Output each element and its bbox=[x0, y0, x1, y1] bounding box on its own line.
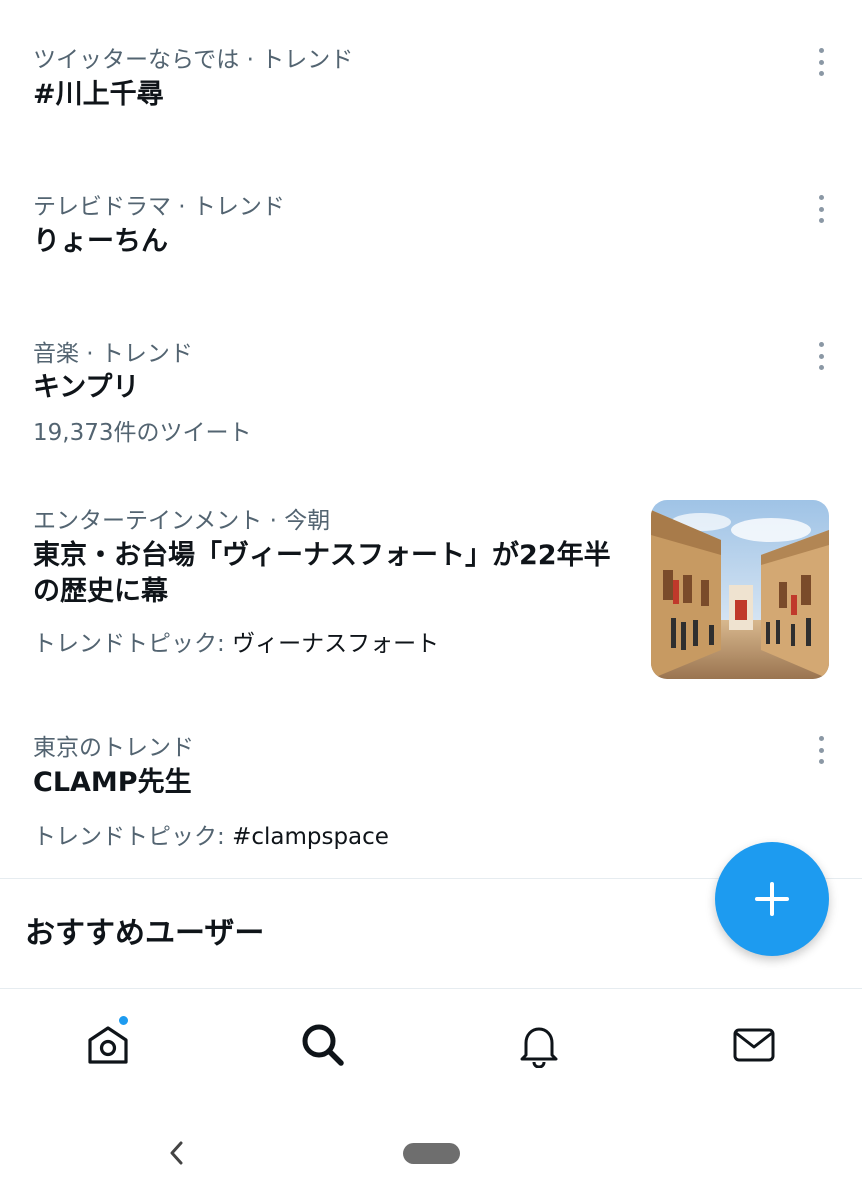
trend-headline: りょーちん bbox=[33, 226, 168, 257]
trend-topic-label: トレンドトピック: bbox=[33, 824, 233, 850]
news-thumbnail-image[interactable] bbox=[651, 500, 829, 679]
trend-headline: CLAMP先生 bbox=[33, 767, 192, 798]
trend-headline: #川上千尋 bbox=[33, 79, 164, 110]
trend-context: テレビドラマ · トレンド bbox=[33, 194, 285, 220]
more-options-icon[interactable] bbox=[808, 733, 834, 767]
trend-topic-value: ヴィーナスフォート bbox=[232, 631, 440, 657]
who-to-follow-title: おすすめユーザー bbox=[25, 916, 265, 951]
bottom-tab-bar bbox=[0, 1000, 862, 1090]
trend-topic: トレンドトピック: #clampspace bbox=[33, 817, 389, 851]
trend-context: 東京のトレンド bbox=[33, 735, 194, 761]
plus-icon bbox=[755, 882, 789, 916]
trend-context: エンターテインメント · 今朝 bbox=[33, 508, 331, 534]
bell-icon bbox=[520, 1027, 558, 1068]
system-navigation-bar bbox=[0, 1110, 862, 1200]
more-options-icon[interactable] bbox=[808, 45, 834, 79]
trend-topic-label: トレンドトピック: bbox=[33, 631, 233, 657]
trend-headline: キンプリ bbox=[33, 372, 140, 403]
tab-messages[interactable] bbox=[729, 1020, 779, 1070]
trend-item[interactable]: テレビドラマ · トレンド りょーちん bbox=[0, 145, 862, 292]
trend-context: ツイッターならでは · トレンド bbox=[33, 47, 354, 73]
more-options-icon[interactable] bbox=[808, 339, 834, 373]
trend-context: 音楽 · トレンド bbox=[33, 341, 193, 367]
trend-topic: トレンドトピック: ヴィーナスフォート bbox=[33, 624, 439, 658]
more-options-icon[interactable] bbox=[808, 192, 834, 226]
trend-topic-value: #clampspace bbox=[232, 824, 389, 850]
tab-search[interactable] bbox=[298, 1020, 348, 1070]
home-notification-dot bbox=[117, 1014, 130, 1027]
trend-item[interactable]: 東京のトレンド CLAMP先生 トレンドトピック: #clampspace bbox=[0, 700, 862, 878]
explore-page: ツイッターならでは · トレンド #川上千尋 テレビドラマ · トレンド りょー… bbox=[0, 0, 862, 1200]
search-icon bbox=[302, 1024, 344, 1066]
tab-notifications[interactable] bbox=[514, 1020, 564, 1070]
news-headline-line1: 東京・お台場「ヴィーナスフォート」が22年半 bbox=[33, 540, 611, 571]
trend-item[interactable]: 音楽 · トレンド キンプリ 19,373件のツイート bbox=[0, 292, 862, 467]
trend-item[interactable]: ツイッターならでは · トレンド #川上千尋 bbox=[0, 0, 862, 145]
compose-button[interactable] bbox=[715, 842, 829, 956]
tweet-count: 19,373件のツイート bbox=[33, 420, 252, 446]
tabbar-divider bbox=[0, 988, 862, 989]
home-icon bbox=[88, 1026, 128, 1064]
tab-home[interactable] bbox=[83, 1020, 133, 1070]
mail-icon bbox=[733, 1028, 775, 1062]
news-headline-line2: の歴史に幕 bbox=[33, 576, 168, 607]
home-gesture-pill[interactable] bbox=[403, 1143, 460, 1164]
back-chevron-icon[interactable] bbox=[163, 1140, 189, 1166]
